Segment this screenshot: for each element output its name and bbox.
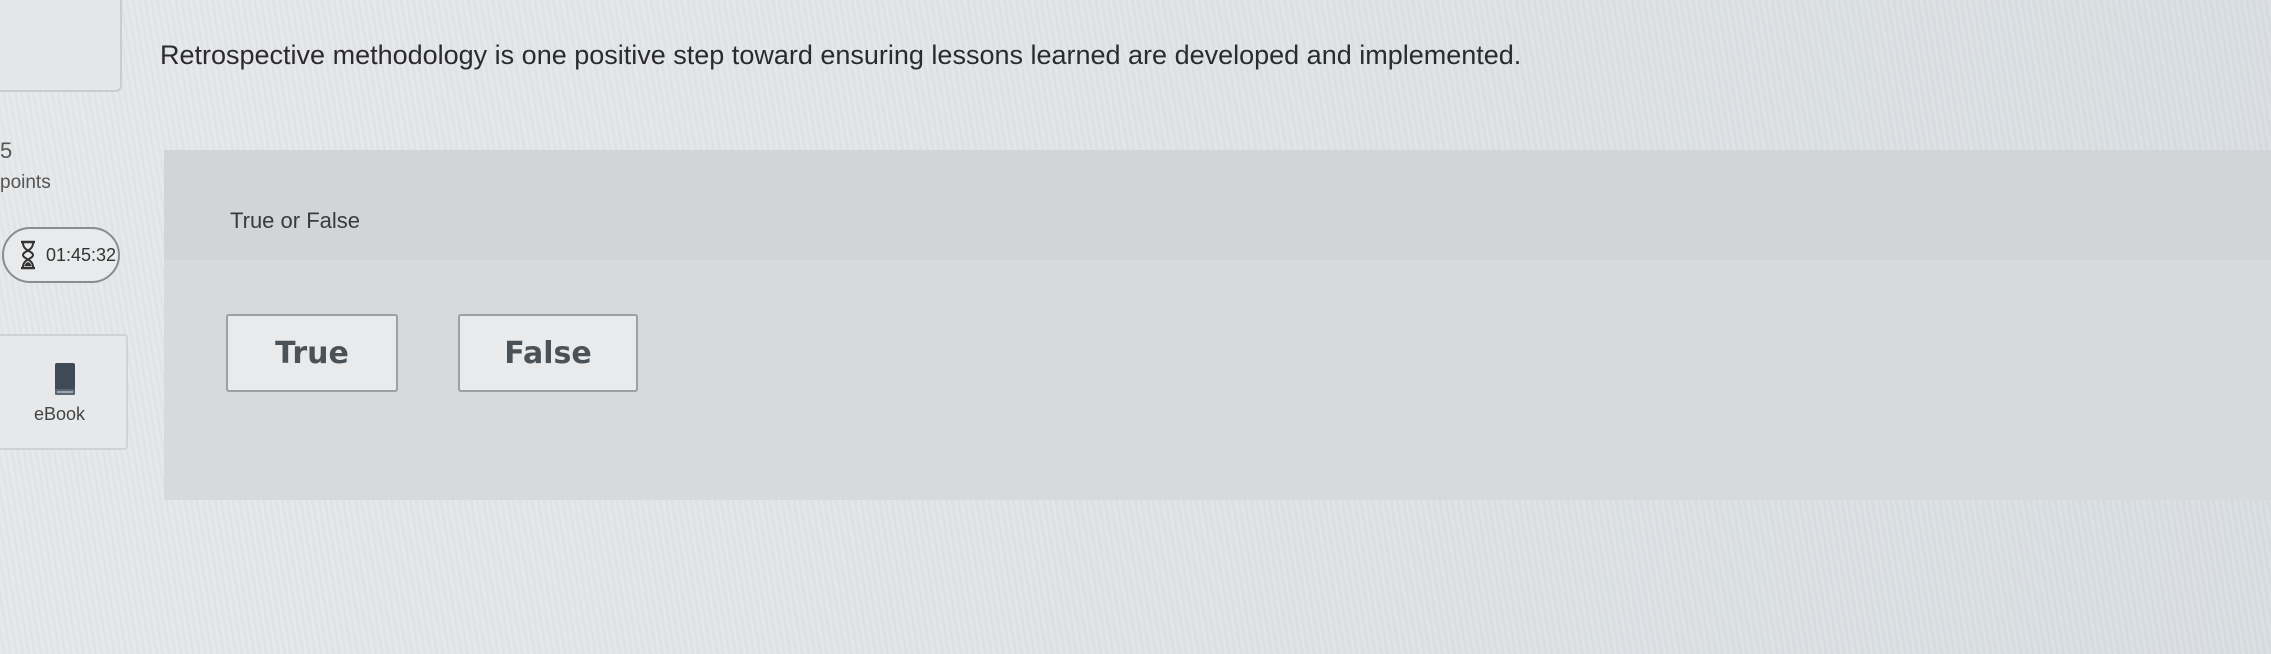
points-label: points <box>0 172 51 193</box>
book-icon <box>55 363 75 395</box>
answer-panel-header <box>164 150 2271 260</box>
timer-value: 01:45:32 <box>46 244 117 265</box>
ebook-label: eBook <box>34 404 86 424</box>
hourglass-icon <box>21 240 35 270</box>
question-number: 63 <box>4 0 110 9</box>
question-prompt: True or False <box>230 208 361 233</box>
ebook-button[interactable]: eBook <box>0 334 128 450</box>
question-text: Retrospective methodology is one positiv… <box>160 40 1522 70</box>
answer-panel: True or False True False <box>164 150 2271 500</box>
points-value: 5 <box>0 138 13 163</box>
true-button[interactable]: True <box>226 314 398 392</box>
timer[interactable]: 01:45:32 <box>2 227 120 283</box>
false-button[interactable]: False <box>458 314 638 392</box>
question-number-card: 63 <box>0 0 122 92</box>
